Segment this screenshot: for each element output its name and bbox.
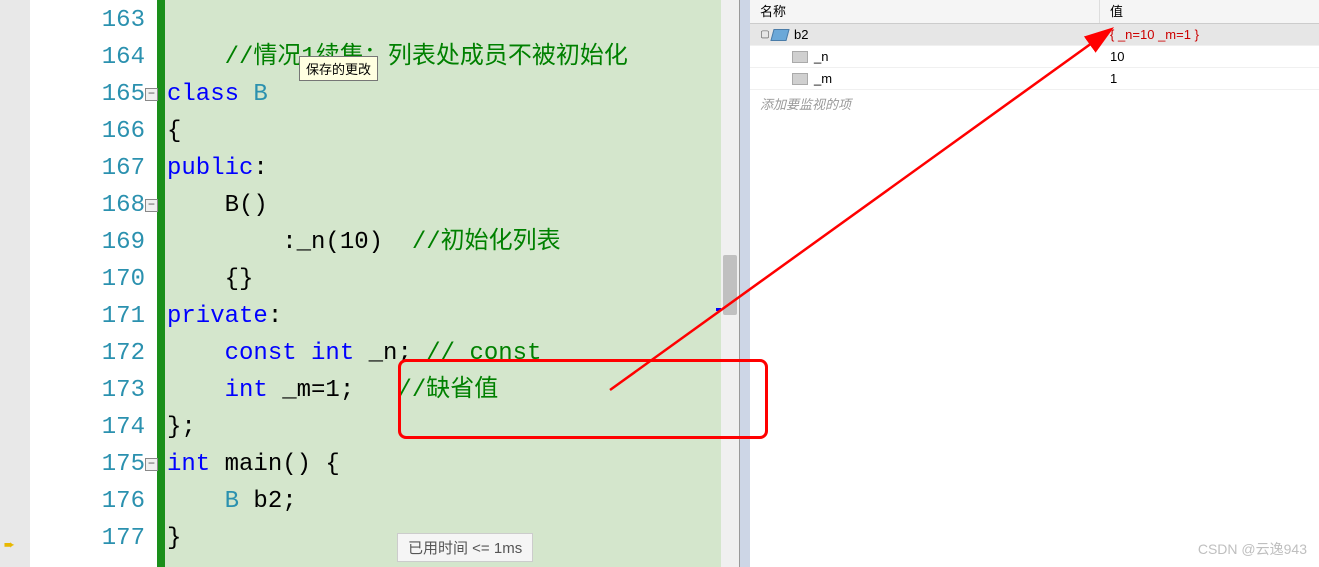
code-text-area[interactable]: //情况1续集：列表处成员不被初始化−class B{public:− B() … xyxy=(165,0,739,567)
line-number: 167 xyxy=(30,150,157,187)
code-line[interactable]: //情况1续集：列表处成员不被初始化 xyxy=(165,39,739,76)
code-token: _m=1; xyxy=(282,377,397,404)
watch-var-value: 1 xyxy=(1100,68,1319,89)
code-token: } xyxy=(167,525,181,552)
line-number: 163 xyxy=(30,2,157,39)
annotation-red-box xyxy=(398,359,768,439)
code-token: {} xyxy=(225,266,254,293)
code-line[interactable]: − B() xyxy=(165,187,739,224)
code-token: main() { xyxy=(225,451,340,478)
line-number: 173 xyxy=(30,372,157,409)
line-number: 168 xyxy=(30,187,157,224)
code-token: :_n(10) xyxy=(282,229,412,256)
line-number: 171 xyxy=(30,298,157,335)
watch-add-item[interactable]: 添加要监视的项 xyxy=(750,90,1319,117)
line-number-gutter: 1631641651661671681691701711721731741751… xyxy=(30,0,165,567)
field-icon xyxy=(792,51,808,63)
code-token: const int xyxy=(225,340,369,367)
code-token: int xyxy=(225,377,283,404)
watch-row[interactable]: _m 1 xyxy=(750,68,1319,90)
scroll-thumb[interactable] xyxy=(723,255,737,315)
watch-var-name: _m xyxy=(814,68,832,90)
code-editor-pane[interactable]: ➨ 16316416516616716816917017117217317417… xyxy=(0,0,740,567)
code-token: B() xyxy=(225,192,268,219)
code-line[interactable]: { xyxy=(165,113,739,150)
code-line[interactable]: :_n(10) //初始化列表 xyxy=(165,224,739,261)
watch-row[interactable]: _n 10 xyxy=(750,46,1319,68)
perf-tooltip: 已用时间 <= 1ms xyxy=(397,533,533,562)
line-number: 177 xyxy=(30,520,157,557)
fold-toggle-icon[interactable]: − xyxy=(145,199,158,212)
watermark-text: CSDN @云逸943 xyxy=(1198,539,1307,559)
watch-row[interactable]: ▢ b2 { _n=10 _m=1 } xyxy=(750,24,1319,46)
code-token: //情况1续集：列表处成员不被初始化 xyxy=(225,44,628,71)
code-token: b2; xyxy=(253,488,296,515)
vertical-scrollbar[interactable] xyxy=(721,0,739,567)
code-token: class xyxy=(167,81,253,108)
gutter-tooltip: 保存的更改 xyxy=(299,56,378,81)
code-token: : xyxy=(253,155,267,182)
code-token: B xyxy=(225,488,254,515)
line-number: 176 xyxy=(30,483,157,520)
code-token: { xyxy=(167,118,181,145)
watch-var-value: { _n=10 _m=1 } xyxy=(1100,24,1319,45)
line-number: 165 xyxy=(30,76,157,113)
watch-header-name[interactable]: 名称 xyxy=(750,0,1100,23)
code-line[interactable]: public: xyxy=(165,150,739,187)
fold-toggle-icon[interactable]: − xyxy=(145,458,158,471)
line-number: 170 xyxy=(30,261,157,298)
watch-pane[interactable]: 名称 值 ▢ b2 { _n=10 _m=1 } _n 10 _m 1 添加要监视的项 xyxy=(750,0,1319,567)
code-line[interactable]: {} xyxy=(165,261,739,298)
watch-var-name: _n xyxy=(814,46,828,68)
code-line[interactable]: private: xyxy=(165,298,739,335)
pane-separator[interactable] xyxy=(740,0,750,567)
code-line[interactable] xyxy=(165,2,739,39)
expander-icon[interactable]: ▢ xyxy=(758,24,772,46)
code-token: }; xyxy=(167,414,196,441)
code-line[interactable]: −int main() { xyxy=(165,446,739,483)
object-icon xyxy=(770,29,789,41)
code-token: private xyxy=(167,303,268,330)
debug-arrow-icon: ➨ xyxy=(4,535,15,557)
watch-var-value: 10 xyxy=(1100,46,1319,67)
watch-var-name: b2 xyxy=(794,24,808,46)
code-line[interactable]: B b2; xyxy=(165,483,739,520)
line-number: 164 xyxy=(30,39,157,76)
code-token: B xyxy=(253,81,267,108)
line-number: 174 xyxy=(30,409,157,446)
line-number: 166 xyxy=(30,113,157,150)
line-number: 175 xyxy=(30,446,157,483)
watch-header-value[interactable]: 值 xyxy=(1100,0,1319,23)
code-line[interactable]: −class B xyxy=(165,76,739,113)
editor-margin: ➨ xyxy=(0,0,30,567)
fold-toggle-icon[interactable]: − xyxy=(145,88,158,101)
code-token: public xyxy=(167,155,253,182)
field-icon xyxy=(792,73,808,85)
line-number: 172 xyxy=(30,335,157,372)
code-token: //初始化列表 xyxy=(412,229,561,256)
watch-header: 名称 值 xyxy=(750,0,1319,24)
code-token: : xyxy=(268,303,282,330)
code-token: int xyxy=(167,451,225,478)
line-number: 169 xyxy=(30,224,157,261)
